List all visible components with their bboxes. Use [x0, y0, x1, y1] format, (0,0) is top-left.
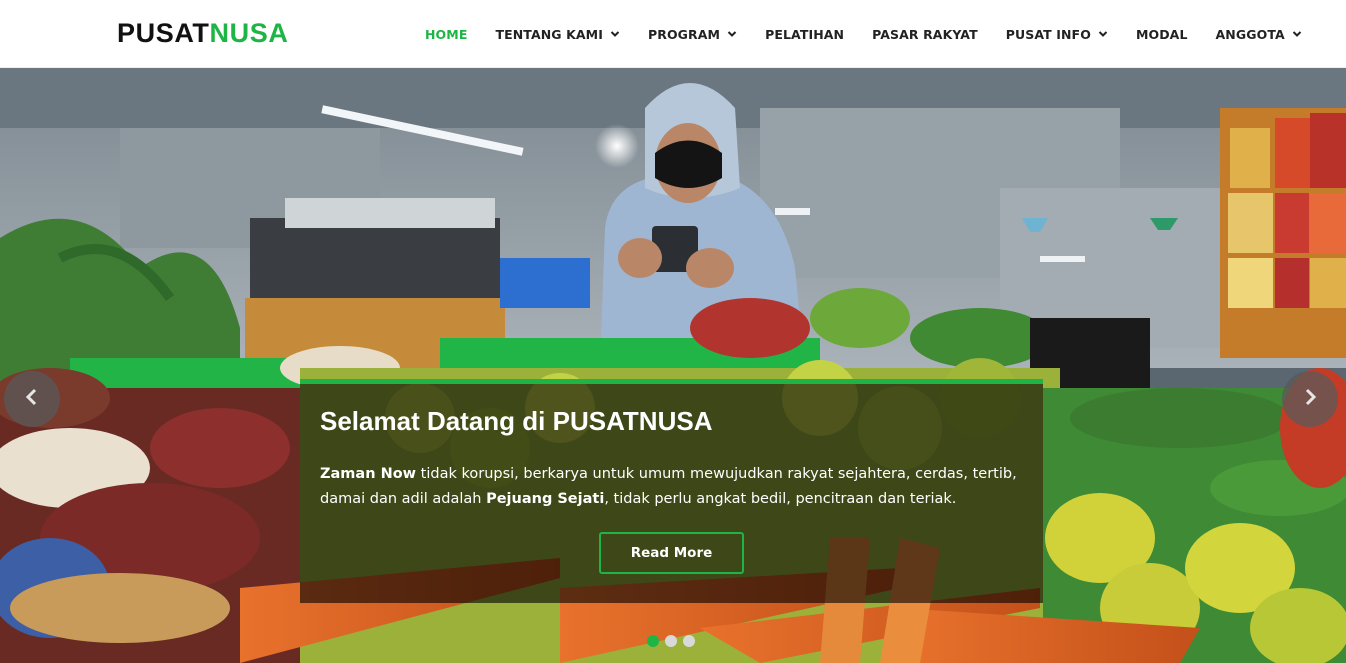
slide-title: Selamat Datang di PUSATNUSA	[320, 406, 713, 436]
chevron-down-icon	[1292, 29, 1302, 39]
nav-pasar-rakyat[interactable]: PASAR RAKYAT	[872, 27, 978, 42]
chevron-down-icon	[1098, 29, 1108, 39]
slide-description: Zaman Now tidak korupsi, berkarya untuk …	[320, 462, 1030, 512]
nav-label: TENTANG KAMI	[495, 26, 603, 42]
read-more-button[interactable]: Read More	[599, 532, 744, 574]
main-nav: HOME TENTANG KAMI PROGRAM PELATIHAN PASA…	[425, 0, 1330, 68]
desc-bold-zaman-now: Zaman Now	[320, 466, 417, 482]
nav-pusat-info[interactable]: PUSAT INFO	[1006, 27, 1108, 42]
slider-dot-2[interactable]	[665, 635, 677, 647]
chevron-down-icon	[610, 29, 620, 39]
slider-prev-button[interactable]	[4, 371, 60, 427]
nav-pelatihan[interactable]: PELATIHAN	[765, 27, 844, 42]
nav-tentang-kami[interactable]: TENTANG KAMI	[495, 26, 620, 42]
site-header: PUSATNUSA HOME TENTANG KAMI PROGRAM PELA…	[0, 0, 1346, 68]
slider-pagination	[647, 635, 701, 647]
slider-dot-1[interactable]	[647, 635, 659, 647]
site-logo[interactable]: PUSATNUSA	[117, 17, 288, 49]
slide-caption: Selamat Datang di PUSATNUSA Zaman Now ti…	[300, 379, 1043, 603]
logo-text-accent: NUSA	[209, 18, 289, 48]
nav-label: PELATIHAN	[765, 26, 845, 42]
chevron-down-icon	[727, 29, 737, 39]
logo-text-primary: PUSAT	[117, 18, 210, 48]
slider-dot-3[interactable]	[683, 635, 695, 647]
chevron-right-icon	[1300, 387, 1320, 412]
nav-label: ANGGOTA	[1215, 26, 1285, 42]
nav-label: HOME	[425, 26, 468, 42]
desc-bold-pejuang-sejati: Pejuang Sejati	[486, 491, 605, 507]
nav-anggota[interactable]: ANGGOTA	[1216, 27, 1302, 42]
chevron-left-icon	[22, 387, 42, 412]
nav-program[interactable]: PROGRAM	[648, 27, 737, 42]
nav-label: PASAR RAKYAT	[872, 26, 978, 42]
nav-home[interactable]: HOME	[425, 27, 467, 42]
nav-label: PUSAT INFO	[1005, 26, 1091, 42]
nav-modal[interactable]: MODAL	[1136, 27, 1188, 42]
nav-label: PROGRAM	[647, 26, 721, 42]
slider-next-button[interactable]	[1282, 371, 1338, 427]
desc-text-2: , tidak perlu angkat bedil, pencitraan d…	[604, 491, 957, 507]
nav-label: MODAL	[1135, 26, 1188, 42]
